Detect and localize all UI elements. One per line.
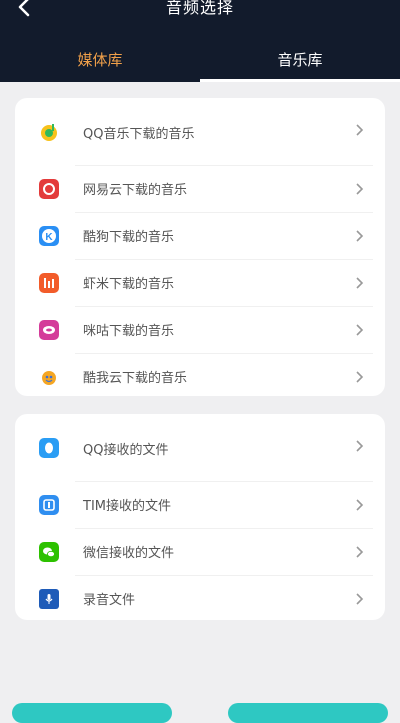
page-title: 音频选择	[165, 0, 234, 17]
received-files-card: QQ接收的文件 TIM接收的文件 微信接收的文件 录音文件	[15, 414, 385, 620]
migu-icon	[39, 319, 59, 340]
list-item-qq-music[interactable]: QQ音乐下载的音乐	[15, 98, 385, 165]
bottom-right-button[interactable]	[228, 703, 388, 723]
chevron-right-icon	[356, 276, 364, 289]
list-item-kugou[interactable]: K 酷狗下载的音乐	[15, 212, 385, 259]
chevron-right-icon	[356, 124, 364, 136]
list-item-label: QQ接收的文件	[83, 443, 169, 458]
recording-file-icon	[39, 588, 59, 609]
svg-text:K: K	[45, 232, 53, 243]
chevron-right-icon	[356, 323, 364, 336]
chevron-right-icon	[356, 440, 364, 452]
list-item-xiami[interactable]: 虾米下载的音乐	[15, 259, 385, 306]
tab-media-library[interactable]: 媒体库	[0, 36, 200, 82]
tim-icon	[39, 494, 59, 515]
list-item-recordings[interactable]: 录音文件	[15, 575, 385, 622]
list-item-tim-files[interactable]: TIM接收的文件	[15, 481, 385, 528]
wechat-icon	[39, 541, 59, 562]
list-item-label: QQ音乐下载的音乐	[83, 127, 195, 142]
chevron-right-icon	[356, 182, 364, 195]
list-item-label: 网易云下载的音乐	[83, 183, 188, 198]
list-item-label: TIM接收的文件	[83, 499, 171, 514]
chevron-right-icon	[356, 229, 364, 242]
bottom-left-button[interactable]	[12, 703, 172, 723]
list-item-netease[interactable]: 网易云下载的音乐	[15, 165, 385, 212]
list-item-label: 录音文件	[83, 593, 136, 608]
tab-bar: 媒体库 音乐库	[0, 36, 400, 82]
kugou-icon: K	[39, 225, 59, 246]
chevron-right-icon	[356, 498, 364, 511]
list-item-label: 酷我云下载的音乐	[83, 371, 188, 386]
list-item-qq-files[interactable]: QQ接收的文件	[15, 414, 385, 481]
header-bar: 音频选择 媒体库 音乐库	[0, 0, 400, 82]
list-item-label: 虾米下载的音乐	[83, 277, 175, 292]
netease-music-icon	[39, 178, 59, 199]
tab-music-library[interactable]: 音乐库	[200, 36, 400, 82]
list-item-label: 咪咕下载的音乐	[83, 324, 175, 339]
music-apps-card: QQ音乐下载的音乐 网易云下载的音乐 K 酷狗下载的音乐 虾米下载的音乐 咪咕下…	[15, 98, 385, 396]
kuwo-icon	[39, 367, 59, 387]
list-item-wechat-files[interactable]: 微信接收的文件	[15, 528, 385, 575]
chevron-right-icon	[356, 545, 364, 558]
qq-music-icon	[39, 122, 59, 142]
list-item-label: 酷狗下载的音乐	[83, 230, 175, 245]
list-item-kuwo[interactable]: 酷我云下载的音乐	[15, 353, 385, 400]
list-item-migu[interactable]: 咪咕下载的音乐	[15, 306, 385, 353]
chevron-right-icon	[356, 592, 364, 605]
xiami-icon	[39, 272, 59, 293]
list-item-label: 微信接收的文件	[83, 546, 175, 561]
chevron-right-icon	[356, 370, 364, 383]
qq-icon	[39, 438, 59, 458]
